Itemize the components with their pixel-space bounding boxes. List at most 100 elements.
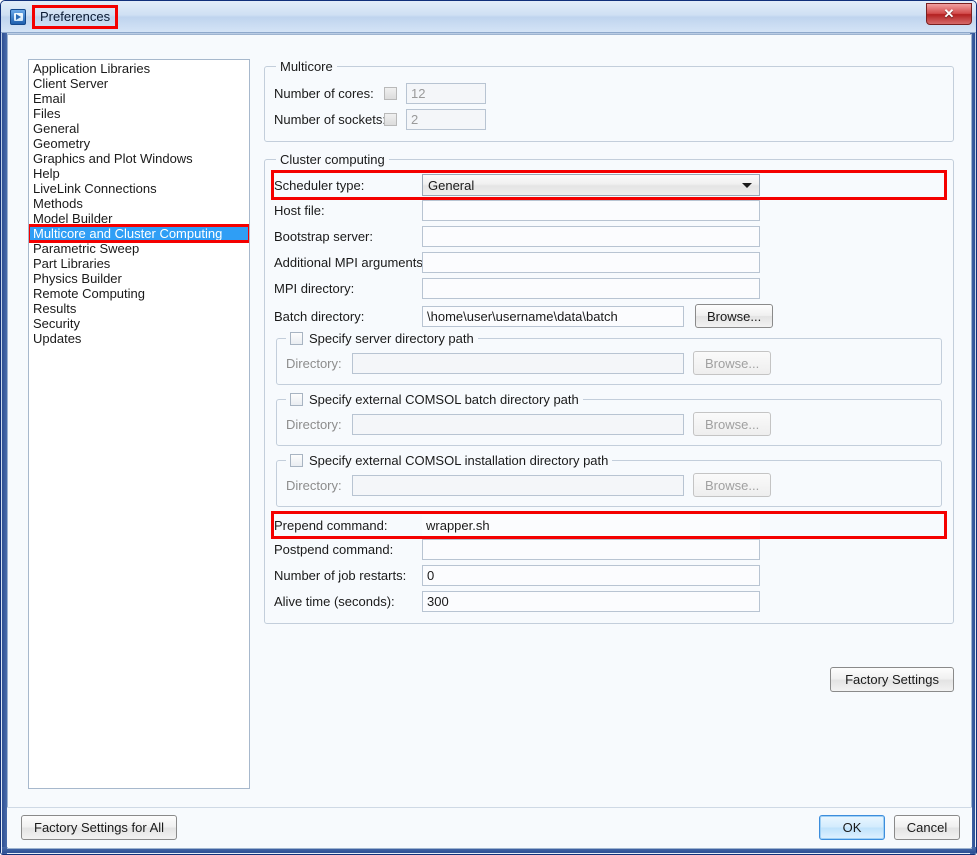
external-batch-directory-input[interactable] [352, 413, 684, 435]
specify-server-directory-path-label: Specify server directory path [309, 331, 474, 346]
server-directory-label: Directory: [286, 355, 342, 371]
row-mpi-directory: MPI directory: [274, 275, 944, 301]
mpi-directory-label: MPI directory: [274, 280, 355, 296]
row-host-file: Host file: [274, 197, 944, 223]
row-server-directory: Directory: Browse... [286, 349, 932, 377]
specify-external-installation-directory-path-checkbox[interactable] [290, 454, 303, 467]
sidebar-item-remote-computing[interactable]: Remote Computing [29, 286, 249, 301]
sidebar-item-livelink-connections[interactable]: LiveLink Connections [29, 181, 249, 196]
prepend-command-input[interactable] [422, 514, 760, 536]
sidebar-item-parametric-sweep[interactable]: Parametric Sweep [29, 241, 249, 256]
postpend-command-label: Postpend command: [274, 541, 394, 557]
preferences-category-list[interactable]: Application Libraries Client Server Emai… [28, 59, 250, 789]
alive-time-label: Alive time (seconds): [274, 593, 395, 609]
mpi-directory-input[interactable] [422, 277, 760, 299]
bootstrap-server-label: Bootstrap server: [274, 228, 373, 244]
row-alive-time: Alive time (seconds): [274, 588, 944, 614]
title-bar: Preferences ✕ [1, 1, 976, 33]
number-of-sockets-checkbox[interactable] [384, 112, 397, 126]
row-scheduler-type: Scheduler type: General [271, 170, 947, 200]
sidebar-item-multicore-and-cluster-computing[interactable]: Multicore and Cluster Computing [29, 224, 249, 243]
sidebar-item-files[interactable]: Files [29, 106, 249, 121]
sidebar-item-security[interactable]: Security [29, 316, 249, 331]
ok-button[interactable]: OK [819, 815, 885, 840]
external-batch-directory-path-group: Specify external COMSOL batch directory … [276, 392, 942, 446]
additional-mpi-arguments-label: Additional MPI arguments: [274, 254, 427, 270]
number-of-cores-checkbox[interactable] [384, 86, 397, 100]
external-batch-directory-path-legend: Specify external COMSOL batch directory … [286, 392, 583, 407]
specify-external-batch-directory-path-checkbox[interactable] [290, 393, 303, 406]
additional-mpi-arguments-input[interactable] [422, 251, 760, 273]
server-directory-path-legend: Specify server directory path [286, 331, 478, 346]
cluster-computing-group-legend: Cluster computing [280, 152, 385, 167]
sidebar-item-results[interactable]: Results [29, 301, 249, 316]
dialog-button-bar: Factory Settings for All OK Cancel [7, 807, 972, 847]
number-of-sockets-input[interactable] [406, 108, 486, 130]
sidebar-item-updates[interactable]: Updates [29, 331, 249, 346]
batch-directory-browse-button[interactable]: Browse... [695, 304, 774, 328]
factory-settings-wrap: Factory Settings [264, 667, 954, 692]
number-of-cores-input[interactable] [406, 82, 486, 104]
row-external-batch-directory: Directory: Browse... [286, 410, 932, 438]
sidebar-item-graphics-plot-windows[interactable]: Graphics and Plot Windows [29, 151, 249, 166]
sidebar-item-email[interactable]: Email [29, 91, 249, 106]
batch-directory-label: Batch directory: [274, 308, 365, 324]
batch-directory-input[interactable] [422, 305, 684, 327]
settings-pane: Multicore Number of cores: Number of soc… [264, 59, 954, 692]
alive-time-input[interactable] [422, 590, 760, 612]
row-bootstrap-server: Bootstrap server: [274, 223, 944, 249]
external-installation-directory-label: Directory: [286, 477, 342, 493]
server-directory-browse-button[interactable]: Browse... [693, 351, 772, 375]
row-external-installation-directory: Directory: Browse... [286, 471, 932, 499]
external-installation-directory-path-group: Specify external COMSOL installation dir… [276, 453, 942, 507]
sidebar-item-application-libraries[interactable]: Application Libraries [29, 61, 249, 76]
dialog-client-area: Application Libraries Client Server Emai… [7, 34, 972, 849]
specify-server-directory-path-checkbox[interactable] [290, 332, 303, 345]
cancel-button[interactable]: Cancel [894, 815, 960, 840]
number-of-cores-label: Number of cores: [274, 85, 374, 101]
postpend-command-input[interactable] [422, 538, 760, 560]
sidebar-item-methods[interactable]: Methods [29, 196, 249, 211]
host-file-label: Host file: [274, 202, 325, 218]
row-batch-directory: Batch directory: Browse... [274, 301, 944, 331]
sidebar-item-model-builder[interactable]: Model Builder [29, 211, 249, 226]
bottom-left-group: Factory Settings for All [21, 815, 178, 840]
number-of-sockets-label: Number of sockets: [274, 111, 386, 127]
sidebar-item-help[interactable]: Help [29, 166, 249, 181]
close-icon[interactable]: ✕ [926, 3, 972, 25]
sidebar-item-geometry[interactable]: Geometry [29, 136, 249, 151]
specify-external-batch-directory-path-label: Specify external COMSOL batch directory … [309, 392, 579, 407]
server-directory-path-group: Specify server directory path Directory:… [276, 331, 942, 385]
sidebar-item-physics-builder[interactable]: Physics Builder [29, 271, 249, 286]
factory-settings-for-all-button[interactable]: Factory Settings for All [21, 815, 178, 840]
specify-external-installation-directory-path-label: Specify external COMSOL installation dir… [309, 453, 609, 468]
external-batch-directory-browse-button[interactable]: Browse... [693, 412, 772, 436]
sidebar-item-client-server[interactable]: Client Server [29, 76, 249, 91]
row-postpend-command: Postpend command: [274, 536, 944, 562]
prepend-command-label: Prepend command: [274, 517, 388, 533]
factory-settings-button[interactable]: Factory Settings [830, 667, 954, 692]
server-directory-input[interactable] [352, 352, 684, 374]
row-additional-mpi-arguments: Additional MPI arguments: [274, 249, 944, 275]
host-file-input[interactable] [422, 199, 760, 221]
external-installation-directory-input[interactable] [352, 474, 684, 496]
scheduler-type-dropdown[interactable]: General [422, 174, 760, 196]
comsol-app-icon [10, 8, 26, 25]
multicore-group-legend: Multicore [280, 59, 333, 74]
sidebar-item-part-libraries[interactable]: Part Libraries [29, 256, 249, 271]
chevron-down-icon [742, 183, 752, 188]
preferences-window: Preferences ✕ Application Libraries Clie… [0, 0, 977, 855]
row-prepend-command: Prepend command: [271, 511, 947, 539]
bottom-right-group: OK Cancel [819, 815, 960, 840]
sidebar-item-general[interactable]: General [29, 121, 249, 136]
number-of-job-restarts-input[interactable] [422, 564, 760, 586]
row-number-of-job-restarts: Number of job restarts: [274, 562, 944, 588]
cluster-computing-group: Cluster computing Scheduler type: Genera… [264, 152, 954, 624]
scheduler-type-label: Scheduler type: [274, 177, 365, 193]
scheduler-type-value: General [428, 177, 475, 193]
external-batch-directory-label: Directory: [286, 416, 342, 432]
external-installation-directory-path-legend: Specify external COMSOL installation dir… [286, 453, 612, 468]
external-installation-directory-browse-button[interactable]: Browse... [693, 473, 772, 497]
bootstrap-server-input[interactable] [422, 225, 760, 247]
window-title: Preferences [32, 4, 119, 29]
